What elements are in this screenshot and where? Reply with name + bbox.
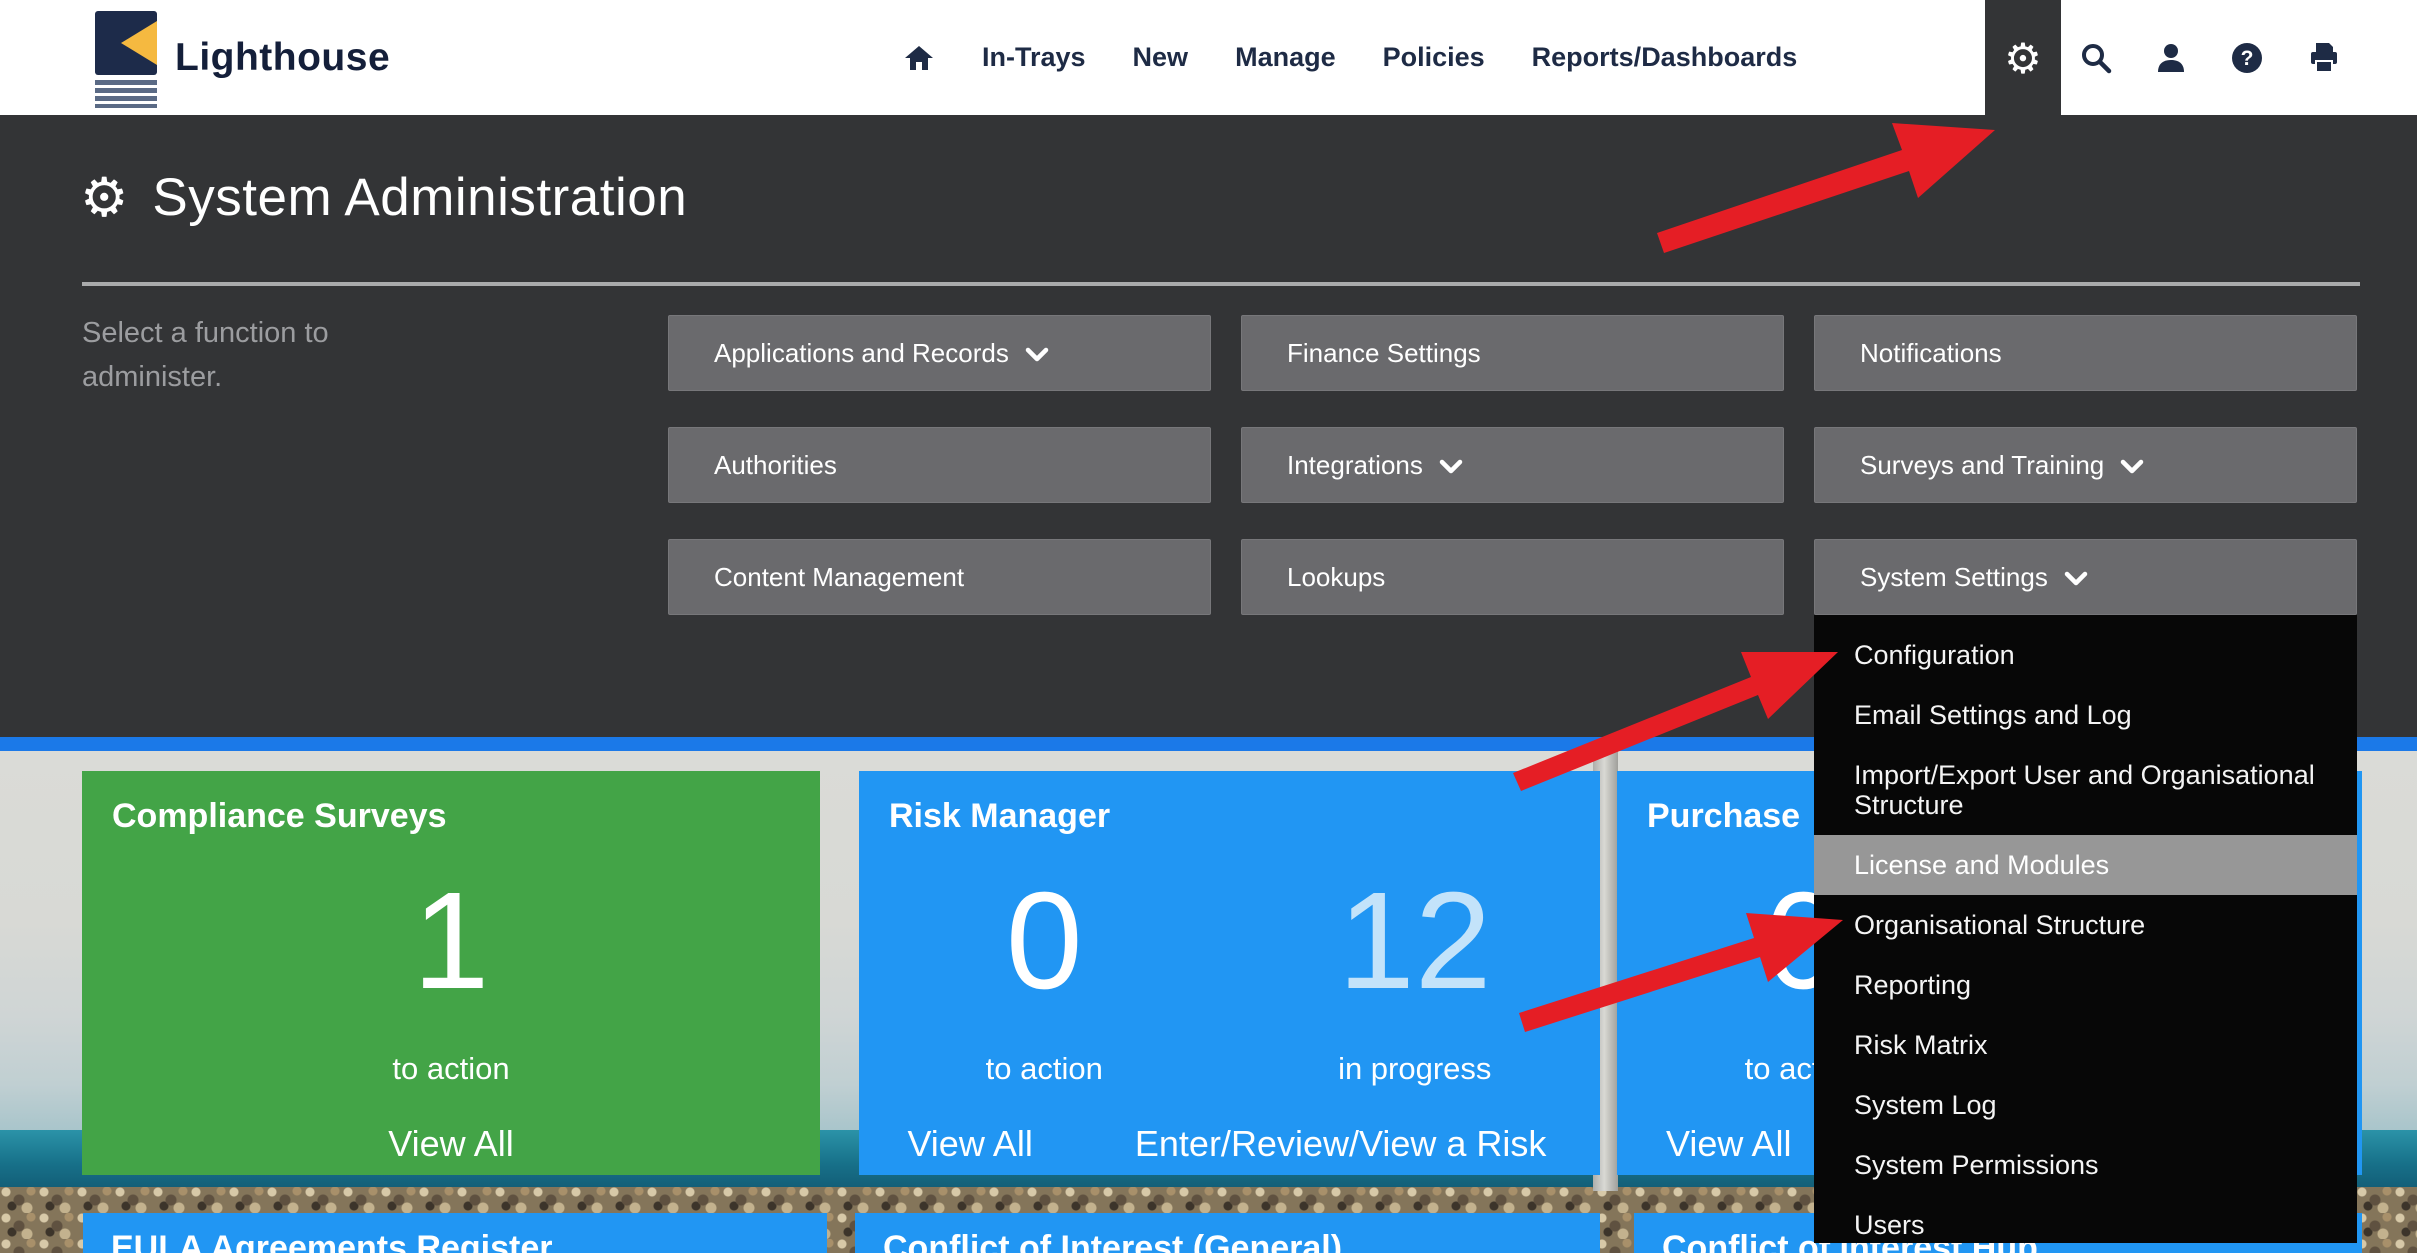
- svg-text:?: ?: [2241, 47, 2254, 70]
- divider: [82, 282, 2360, 286]
- nav-item-policies[interactable]: Policies: [1383, 42, 1485, 73]
- home-icon: [903, 43, 935, 73]
- tile-link-view-all[interactable]: View All: [1666, 1123, 1791, 1165]
- chevron-down-icon: [2064, 571, 2088, 587]
- user-icon[interactable]: [2155, 42, 2187, 74]
- lighthouse-logo-icon: [95, 8, 159, 108]
- page-title-row: ⚙ System Administration: [80, 167, 687, 228]
- page-title: System Administration: [152, 167, 687, 228]
- admin-button-applications-and-records[interactable]: Applications and Records: [668, 315, 1211, 391]
- links-row: View All Enter/Review/View a Risk: [859, 1123, 1600, 1165]
- nav-home[interactable]: [903, 43, 935, 73]
- stats-row: 1 to action: [82, 871, 820, 1087]
- admin-button-integrations[interactable]: Integrations: [1241, 427, 1784, 503]
- button-label: Notifications: [1860, 338, 2002, 369]
- button-label: Applications and Records: [714, 338, 1009, 369]
- admin-button-content-management[interactable]: Content Management: [668, 539, 1211, 615]
- navbar: Lighthouse In-Trays New Manage Policies …: [0, 0, 2417, 115]
- button-label: System Settings: [1860, 562, 2048, 593]
- chevron-down-icon: [1439, 459, 1463, 475]
- tile-title: Risk Manager: [889, 797, 1110, 836]
- chevron-down-icon: [1025, 347, 1049, 363]
- tile-title: Compliance Surveys: [112, 797, 446, 836]
- nav-item-reports-dashboards[interactable]: Reports/Dashboards: [1532, 42, 1798, 73]
- tile-link-enter-review-view-risk[interactable]: Enter/Review/View a Risk: [1135, 1123, 1547, 1165]
- stat-value: 1: [413, 871, 490, 1011]
- system-settings-dropdown: Configuration Email Settings and Log Imp…: [1814, 615, 2357, 1243]
- links-row: View All: [82, 1123, 820, 1165]
- tile-compliance-surveys: Compliance Surveys 1 to action View All: [82, 771, 820, 1175]
- stat-label: to action: [392, 1051, 509, 1087]
- help-icon[interactable]: ?: [2230, 41, 2264, 75]
- chevron-down-icon: [2120, 459, 2144, 475]
- stat-value: 0: [1006, 871, 1083, 1011]
- nav-item-in-trays[interactable]: In-Trays: [982, 42, 1086, 73]
- dropdown-item-email-settings-and-log[interactable]: Email Settings and Log: [1814, 685, 2357, 745]
- dropdown-item-organisational-structure[interactable]: Organisational Structure: [1814, 895, 2357, 955]
- brand-logo[interactable]: Lighthouse: [95, 0, 390, 115]
- title-gear-icon: ⚙: [80, 171, 128, 225]
- dropdown-item-import-export-user-org-structure[interactable]: Import/Export User and Organisational St…: [1814, 745, 2357, 835]
- dropdown-item-license-and-modules[interactable]: License and Modules: [1814, 835, 2357, 895]
- stat: 12 in progress: [1230, 871, 1601, 1087]
- search-icon[interactable]: [2080, 42, 2112, 74]
- admin-button-authorities[interactable]: Authorities: [668, 427, 1211, 503]
- dropdown-item-users[interactable]: Users: [1814, 1195, 2357, 1243]
- admin-button-surveys-and-training[interactable]: Surveys and Training: [1814, 427, 2357, 503]
- print-icon[interactable]: [2307, 42, 2341, 74]
- tile-risk-manager: Risk Manager 0 to action 12 in progress …: [859, 771, 1600, 1175]
- button-label: Lookups: [1287, 562, 1385, 593]
- admin-function-grid: Applications and Records Finance Setting…: [668, 315, 2357, 615]
- stat-label: in progress: [1338, 1051, 1491, 1087]
- gear-icon: ⚙: [2004, 38, 2042, 80]
- dropdown-item-system-log[interactable]: System Log: [1814, 1075, 2357, 1135]
- stat: 1 to action: [82, 871, 820, 1087]
- brand-name: Lighthouse: [175, 36, 390, 80]
- button-label: Authorities: [714, 450, 837, 481]
- system-admin-gear-tab[interactable]: ⚙: [1985, 0, 2061, 117]
- tile-title: Conflict of Interest (General): [883, 1229, 1342, 1253]
- dropdown-item-configuration[interactable]: Configuration: [1814, 625, 2357, 685]
- button-label: Content Management: [714, 562, 964, 593]
- admin-button-finance-settings[interactable]: Finance Settings: [1241, 315, 1784, 391]
- dropdown-item-reporting[interactable]: Reporting: [1814, 955, 2357, 1015]
- admin-button-lookups[interactable]: Lookups: [1241, 539, 1784, 615]
- nav-icon-bar: ?: [2080, 0, 2341, 115]
- admin-button-system-settings[interactable]: System Settings: [1814, 539, 2357, 615]
- tile-link-view-all[interactable]: View All: [388, 1123, 513, 1165]
- button-label: Integrations: [1287, 450, 1423, 481]
- dropdown-item-system-permissions[interactable]: System Permissions: [1814, 1135, 2357, 1195]
- page-subtitle: Select a function to administer.: [82, 311, 462, 399]
- tile-title: Purchase: [1647, 797, 1800, 836]
- nav-item-new[interactable]: New: [1133, 42, 1189, 73]
- stat-value: 12: [1338, 871, 1492, 1011]
- nav-menu: In-Trays New Manage Policies Reports/Das…: [903, 0, 1797, 115]
- stat: 0 to action: [859, 871, 1230, 1087]
- button-label: Finance Settings: [1287, 338, 1481, 369]
- stat-label: to action: [986, 1051, 1103, 1087]
- tile-eula-agreements-register[interactable]: EULA Agreements Register: [83, 1213, 827, 1253]
- dropdown-item-risk-matrix[interactable]: Risk Matrix: [1814, 1015, 2357, 1075]
- tile-link-view-all[interactable]: View All: [907, 1123, 1032, 1165]
- tile-conflict-of-interest-general[interactable]: Conflict of Interest (General): [855, 1213, 1600, 1253]
- button-label: Surveys and Training: [1860, 450, 2104, 481]
- stats-row: 0 to action 12 in progress: [859, 871, 1600, 1087]
- nav-item-manage[interactable]: Manage: [1235, 42, 1336, 73]
- tile-title: EULA Agreements Register: [111, 1229, 553, 1253]
- page: Lighthouse In-Trays New Manage Policies …: [0, 0, 2417, 1253]
- admin-button-notifications[interactable]: Notifications: [1814, 315, 2357, 391]
